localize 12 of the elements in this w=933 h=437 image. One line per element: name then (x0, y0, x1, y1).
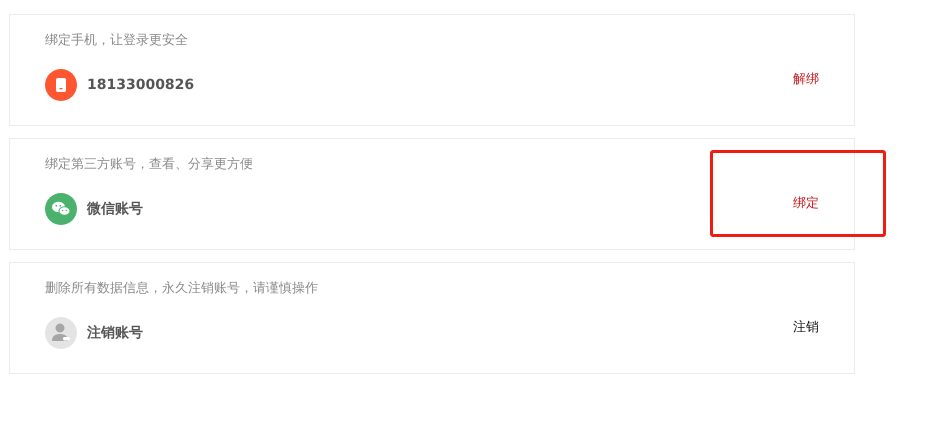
hint-text: 绑定第三方账号，查看、分享更方便 (45, 156, 254, 173)
user-icon (45, 317, 77, 349)
phone-icon (45, 69, 77, 101)
action-link[interactable]: 注销 (793, 318, 819, 336)
action-link[interactable]: 解绑 (793, 70, 819, 88)
chat-bubbles-icon (45, 193, 77, 225)
action-link[interactable]: 绑定 (793, 194, 819, 212)
hint-text: 绑定手机，让登录更安全 (45, 32, 189, 49)
hint-text: 删除所有数据信息，永久注销账号，请谨慎操作 (45, 280, 319, 297)
account-label: 微信账号 (87, 200, 143, 218)
account-label: 18133000826 (87, 77, 194, 93)
account-label: 注销账号 (87, 324, 143, 342)
